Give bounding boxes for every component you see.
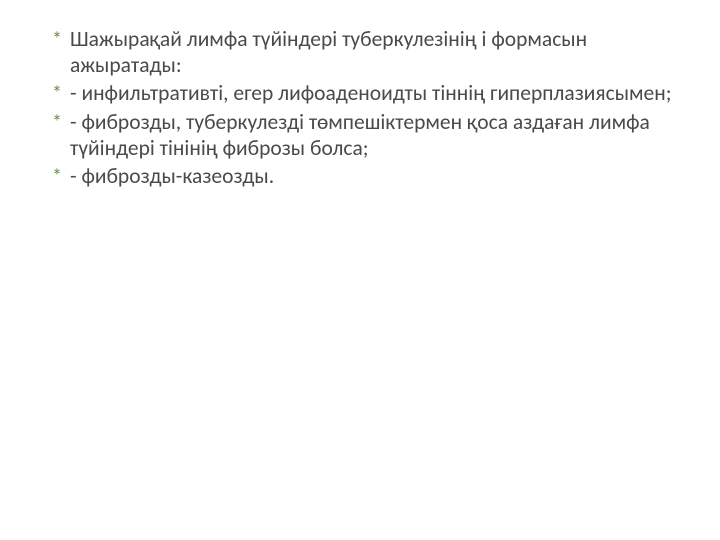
list-item: - фиброзды-казеозды.: [48, 163, 672, 189]
list-item: - инфильтративті, егер лифоаденоидты тін…: [48, 80, 672, 106]
list-item-text: - фиброзды-казеозды.: [70, 163, 274, 189]
list-item-text: - фиброзды, туберкулезді төмпешіктермен …: [70, 109, 650, 161]
list-item: - фиброзды, туберкулезді төмпешіктермен …: [48, 109, 672, 161]
list-item-text: Шажырақай лимфа түйіндері туберкулезінің…: [70, 26, 587, 78]
bullet-list: Шажырақай лимфа түйіндері туберкулезінің…: [48, 26, 672, 189]
list-item-text: - инфильтративті, егер лифоаденоидты тін…: [70, 80, 672, 106]
slide-body: Шажырақай лимфа түйіндері туберкулезінің…: [0, 0, 720, 540]
list-item: Шажырақай лимфа түйіндері туберкулезінің…: [48, 26, 672, 78]
